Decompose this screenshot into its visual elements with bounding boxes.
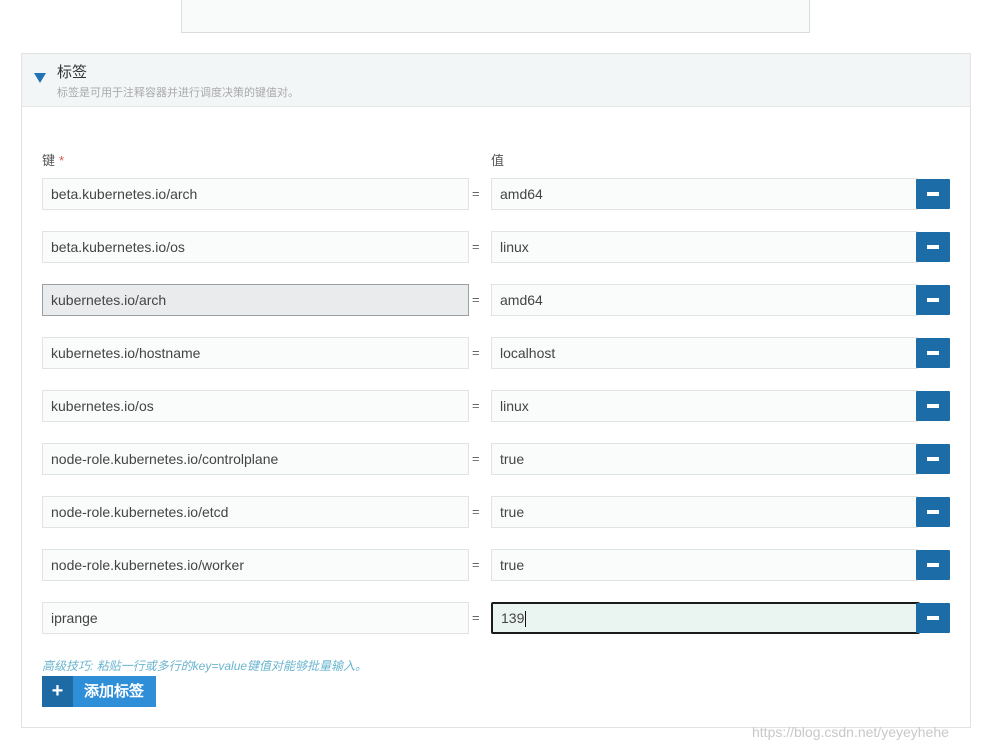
equals-sign: = [472, 610, 480, 625]
minus-icon [927, 510, 939, 514]
minus-icon [927, 616, 939, 620]
section-title: 标签 [57, 64, 88, 81]
label-value-input[interactable]: true [491, 496, 918, 528]
plus-icon-box: + [42, 676, 73, 707]
label-key-input[interactable]: kubernetes.io/os [42, 390, 469, 422]
remove-label-button[interactable] [916, 232, 950, 262]
watermark: https://blog.csdn.net/yeyeyhehe [752, 724, 949, 740]
equals-sign: = [472, 345, 480, 360]
label-value-input-focused[interactable]: 139 [491, 602, 920, 634]
label-key-input[interactable]: beta.kubernetes.io/os [42, 231, 469, 263]
remove-label-button[interactable] [916, 444, 950, 474]
required-mark: * [59, 153, 65, 168]
equals-sign: = [472, 239, 480, 254]
equals-sign: = [472, 451, 480, 466]
label-row: node-role.kubernetes.io/controlplane = t… [22, 443, 970, 475]
label-value-input[interactable]: true [491, 549, 918, 581]
equals-sign: = [472, 398, 480, 413]
minus-icon [927, 563, 939, 567]
minus-icon [927, 457, 939, 461]
equals-sign: = [472, 292, 480, 307]
label-key-input[interactable]: node-role.kubernetes.io/etcd [42, 496, 469, 528]
minus-icon [927, 351, 939, 355]
label-key-input-readonly: kubernetes.io/arch [42, 284, 469, 316]
label-row: iprange = 139 [22, 602, 970, 634]
label-row: kubernetes.io/os = linux [22, 390, 970, 422]
plus-icon: + [51, 680, 64, 702]
label-value-input[interactable]: true [491, 443, 918, 475]
key-column-label: 键 * [42, 150, 64, 169]
labels-panel: 标签 标签是可用于注释容器并进行调度决策的键值对。 键 * 值 beta.kube… [21, 53, 971, 728]
section-subtitle: 标签是可用于注释容器并进行调度决策的键值对。 [57, 87, 299, 99]
add-label-button[interactable]: + 添加标签 [42, 676, 156, 707]
remove-label-button[interactable] [916, 179, 950, 209]
value-column-label: 值 [491, 153, 505, 168]
label-value-input[interactable]: linux [491, 390, 918, 422]
remove-label-button[interactable] [916, 497, 950, 527]
label-value-text: 139 [501, 610, 525, 626]
label-value-input[interactable]: amd64 [491, 284, 918, 316]
remove-label-button[interactable] [916, 391, 950, 421]
label-value-input[interactable]: localhost [491, 337, 918, 369]
label-key-input[interactable]: kubernetes.io/hostname [42, 337, 469, 369]
label-key-input[interactable]: beta.kubernetes.io/arch [42, 178, 469, 210]
label-key-input[interactable]: iprange [42, 602, 469, 634]
key-label-text: 键 [42, 153, 56, 168]
label-row: kubernetes.io/arch = amd64 [22, 284, 970, 316]
label-key-input[interactable]: node-role.kubernetes.io/controlplane [42, 443, 469, 475]
remove-label-button[interactable] [916, 285, 950, 315]
minus-icon [927, 192, 939, 196]
caret-down-icon[interactable] [34, 73, 46, 83]
label-row: beta.kubernetes.io/arch = amd64 [22, 178, 970, 210]
label-row: beta.kubernetes.io/os = linux [22, 231, 970, 263]
label-key-input[interactable]: node-role.kubernetes.io/worker [42, 549, 469, 581]
label-row: node-role.kubernetes.io/etcd = true [22, 496, 970, 528]
text-cursor [525, 611, 527, 628]
minus-icon [927, 404, 939, 408]
minus-icon [927, 245, 939, 249]
label-value-input[interactable]: amd64 [491, 178, 918, 210]
equals-sign: = [472, 557, 480, 572]
advanced-tip: 高级技巧: 粘贴一行或多行的key=value键值对能够批量输入。 [42, 659, 368, 673]
remove-label-button[interactable] [916, 603, 950, 633]
equals-sign: = [472, 504, 480, 519]
previous-section-box [181, 0, 810, 33]
add-label-text: 添加标签 [84, 683, 145, 700]
remove-label-button[interactable] [916, 338, 950, 368]
label-value-input[interactable]: linux [491, 231, 918, 263]
label-row: kubernetes.io/hostname = localhost [22, 337, 970, 369]
labels-panel-header[interactable]: 标签 标签是可用于注释容器并进行调度决策的键值对。 [22, 54, 970, 107]
minus-icon [927, 298, 939, 302]
remove-label-button[interactable] [916, 550, 950, 580]
equals-sign: = [472, 186, 480, 201]
label-row: node-role.kubernetes.io/worker = true [22, 549, 970, 581]
